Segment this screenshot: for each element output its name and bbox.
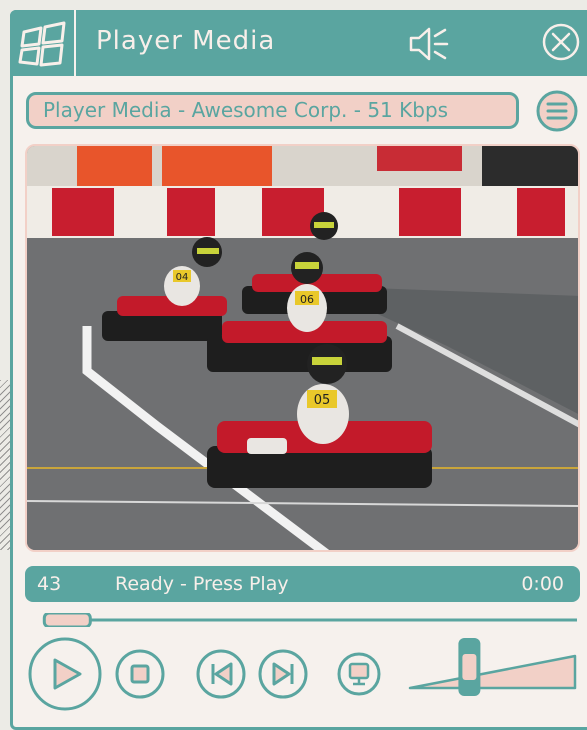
mute-button[interactable] (407, 24, 451, 64)
speaker-muted-icon (409, 27, 449, 61)
stop-button[interactable] (115, 649, 165, 699)
close-icon (542, 23, 580, 61)
kart-number: 06 (300, 293, 314, 306)
playback-controls (0, 632, 587, 717)
status-bar: 43 Ready - Press Play 0:00 (25, 566, 580, 602)
media-info-bar: Player Media - Awesome Corp. - 51 Kbps (26, 92, 519, 129)
status-message: Ready - Press Play (115, 573, 289, 595)
menu-icon (536, 90, 578, 132)
video-frame-image: 04 06 05 (27, 146, 578, 550)
elapsed-time: 0:00 (521, 573, 564, 595)
previous-button[interactable] (196, 649, 246, 699)
seek-bar[interactable] (22, 611, 577, 629)
status-number: 43 (37, 573, 62, 595)
menu-button[interactable] (535, 89, 579, 133)
window-title: Player Media (96, 26, 276, 56)
next-button[interactable] (258, 649, 308, 699)
volume-slider[interactable] (408, 638, 577, 696)
screen-button[interactable] (337, 652, 381, 696)
play-button[interactable] (28, 637, 102, 711)
video-display[interactable]: 04 06 05 (25, 144, 580, 552)
kart-number: 04 (176, 272, 189, 283)
kart-number: 05 (314, 393, 331, 408)
seek-thumb[interactable] (42, 611, 92, 629)
windows-logo-icon (18, 21, 66, 67)
start-button[interactable] (10, 10, 76, 76)
stop-icon (130, 664, 150, 684)
close-button[interactable] (541, 22, 581, 62)
